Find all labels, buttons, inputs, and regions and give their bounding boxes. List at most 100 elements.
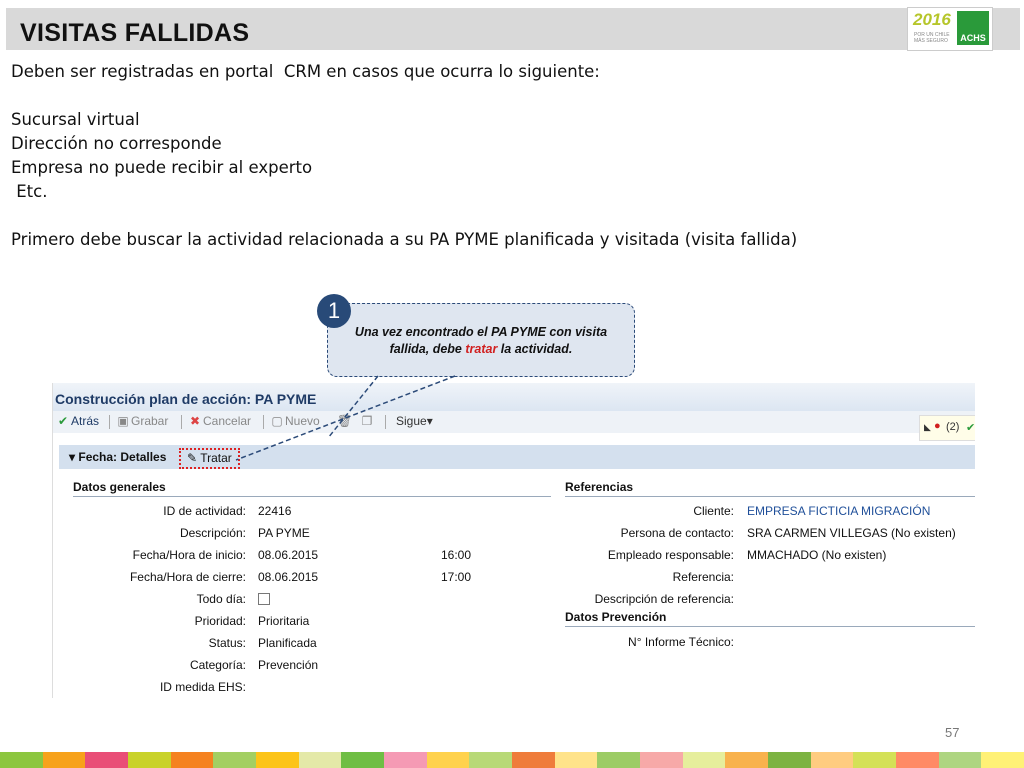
stripe-segment: [725, 752, 769, 768]
field-row: Persona de contacto:: [553, 526, 734, 542]
stripe-segment: [640, 752, 683, 768]
field-row: Cliente:: [553, 504, 734, 520]
toolbar-divider: [263, 415, 264, 429]
logo-tagline: POR UN CHILE MÁS SEGURO: [914, 32, 950, 44]
intro-line: Deben ser registradas en portal CRM en c…: [11, 62, 600, 81]
stripe-segment: [256, 752, 299, 768]
prevention-heading-text: Datos Prevención: [565, 610, 667, 624]
general-data-heading: Datos generales: [73, 480, 551, 497]
decorative-stripe-bar: [0, 752, 1024, 768]
stripe-segment: [85, 752, 129, 768]
intro-line: Empresa no puede recibir al experto: [11, 158, 313, 177]
details-section-header[interactable]: ▾ Fecha: Detalles ✎ Tratar: [59, 445, 975, 469]
field-label: Categoría:: [189, 658, 246, 672]
crm-window-title: Construcción plan de acción: PA PYME: [55, 391, 317, 407]
copy-icon: ❐: [361, 414, 373, 428]
details-section-text: Fecha: Detalles: [78, 450, 167, 464]
stripe-segment: [853, 752, 897, 768]
intro-text: Deben ser registradas en portal CRM en c…: [11, 60, 797, 252]
field-label: Descripción:: [179, 526, 246, 540]
references-heading-text: Referencias: [565, 480, 634, 494]
intro-line: Primero debe buscar la actividad relacio…: [11, 230, 798, 249]
field-label: Status:: [208, 636, 246, 650]
end-date-value: 08.06.2015: [258, 570, 319, 584]
stripe-segment: [128, 752, 171, 768]
activity-id-value: 22416: [258, 504, 292, 518]
end-time-value: 17:00: [441, 570, 472, 584]
stripe-segment: [768, 752, 811, 768]
intro-line: [11, 84, 797, 108]
stripe-segment: [170, 752, 214, 768]
back-button[interactable]: ✔ Atrás: [57, 414, 99, 428]
stripe-segment: [938, 752, 982, 768]
field-row: Prioridad:: [53, 614, 246, 630]
responsible-employee-value: MMACHADO (No existen): [747, 548, 887, 562]
stripe-segment: [384, 752, 427, 768]
title-bar: VISITAS FALLIDAS: [6, 8, 1020, 50]
tratar-label: Tratar: [200, 451, 232, 465]
stripe-segment: [426, 752, 470, 768]
floppy-icon: ▣: [117, 414, 129, 428]
crm-toolbar: ✔ Atrás ▣ Grabar ✖ Cancelar ▢ Nuevo 🗑 ❐ Sigu…: [53, 411, 975, 433]
field-label: Descripción de referencia:: [594, 592, 734, 606]
stripe-segment: [469, 752, 513, 768]
toolbar-divider: [385, 415, 386, 429]
stripe-segment: [213, 752, 257, 768]
cancel-button[interactable]: ✖ Cancelar: [189, 414, 251, 428]
copy-button[interactable]: ❐: [361, 414, 375, 428]
save-label: Grabar: [131, 414, 169, 428]
category-value: Prevención: [258, 658, 319, 672]
field-row: ID de actividad:: [53, 504, 246, 520]
field-label: Cliente:: [693, 504, 734, 518]
field-row: Status:: [53, 636, 246, 652]
intro-line: Dirección no corresponde: [11, 134, 222, 153]
field-label: ID medida EHS:: [159, 680, 246, 694]
back-label: Atrás: [71, 414, 100, 428]
alert-indicator[interactable]: ◣ ● (2) ✔: [919, 415, 975, 441]
stripe-segment: [981, 752, 1024, 768]
intro-line: [11, 204, 797, 228]
stripe-segment: [682, 752, 726, 768]
callout-highlight: tratar: [465, 342, 498, 356]
start-date-value: 08.06.2015: [258, 548, 319, 562]
trash-icon: 🗑: [337, 414, 353, 428]
general-data-heading-text: Datos generales: [73, 480, 166, 494]
save-button[interactable]: ▣ Grabar: [117, 414, 168, 428]
delete-button[interactable]: 🗑: [337, 414, 353, 428]
toolbar-divider: [109, 415, 110, 429]
field-row: Empleado responsable:: [553, 548, 734, 564]
details-section-label: ▾ Fecha: Detalles: [69, 450, 166, 464]
status-value: Planificada: [258, 636, 317, 650]
stripe-segment: [810, 752, 854, 768]
next-button[interactable]: Sigue▾: [396, 414, 433, 428]
field-label: Empleado responsable:: [607, 548, 734, 562]
new-document-icon: ▢: [271, 414, 283, 428]
crm-header: Construcción plan de acción: PA PYME: [53, 383, 975, 411]
achs-logo: 2016 POR UN CHILE MÁS SEGURO ACHS: [907, 7, 993, 51]
client-link[interactable]: EMPRESA FICTICIA MIGRACIÓN: [747, 504, 930, 518]
field-row: Descripción de referencia:: [553, 592, 734, 608]
field-row: Descripción:: [53, 526, 246, 542]
priority-value: Prioritaria: [258, 614, 310, 628]
cancel-label: Cancelar: [203, 414, 252, 428]
field-label: Persona de contacto:: [620, 526, 734, 540]
tratar-button[interactable]: ✎ Tratar: [179, 448, 240, 469]
new-button[interactable]: ▢ Nuevo: [271, 414, 319, 428]
field-label: Fecha/Hora de inicio:: [132, 548, 246, 562]
start-time-value: 16:00: [441, 548, 472, 562]
all-day-checkbox[interactable]: [258, 593, 270, 605]
field-label: N° Informe Técnico:: [628, 635, 734, 649]
resize-corner-icon: ◣: [924, 422, 931, 432]
checkmark-icon: ✔: [966, 422, 975, 434]
checkmark-icon: ✔: [57, 414, 69, 428]
contact-person-value: SRA CARMEN VILLEGAS (No existen): [747, 526, 956, 540]
slide-title: VISITAS FALLIDAS: [20, 19, 250, 47]
field-row: Fecha/Hora de inicio:: [53, 548, 246, 564]
stripe-segment: [0, 752, 43, 768]
stripe-segment: [896, 752, 939, 768]
callout-text-after: la actividad.: [497, 342, 573, 356]
stripe-segment: [42, 752, 86, 768]
description-value: PA PYME: [258, 526, 310, 540]
field-row: Categoría:: [53, 658, 246, 674]
collapse-arrow-icon: ▾: [69, 450, 79, 464]
